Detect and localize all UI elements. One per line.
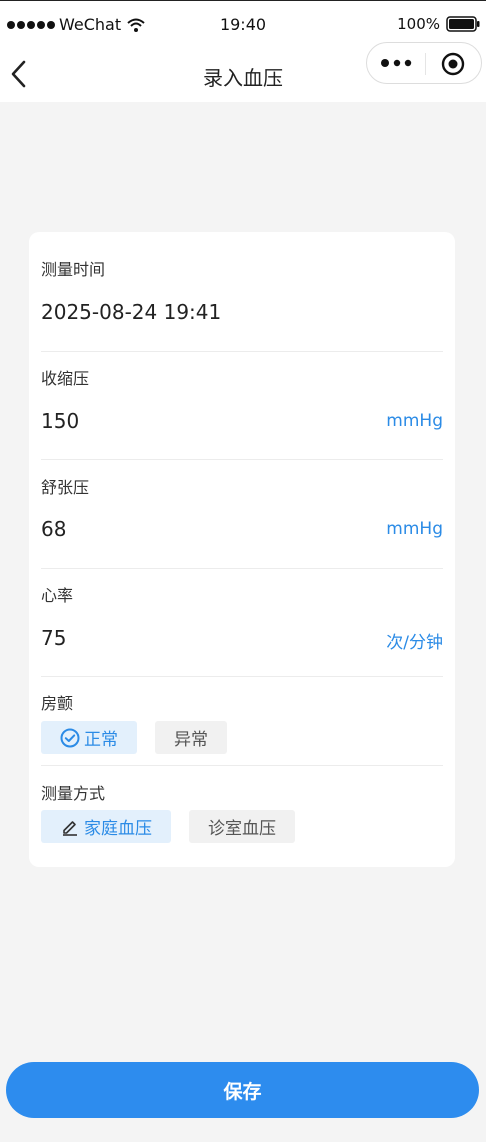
systolic-field[interactable]: 收缩压 150 mmHg — [41, 365, 443, 433]
method-label: 测量方式 — [41, 784, 106, 803]
heart-rate-unit: 次/分钟 — [386, 633, 443, 653]
method-field: 测量方式 — [41, 780, 443, 804]
divider — [41, 351, 443, 352]
method-option-home-label: 家庭血压 — [84, 819, 152, 839]
heart-rate-label: 心率 — [41, 586, 74, 605]
more-icon[interactable] — [381, 56, 413, 70]
edit-icon — [63, 820, 77, 836]
af-options: 正常 异常 — [41, 721, 227, 754]
mini-program-capsule — [366, 42, 482, 84]
af-option-abnormal[interactable]: 异常 — [155, 721, 227, 754]
method-option-home[interactable]: 家庭血压 — [41, 810, 171, 843]
systolic-unit: mmHg — [386, 411, 443, 431]
measure-time-field[interactable]: 测量时间 2025-08-24 19:41 — [41, 256, 443, 324]
measure-time-value[interactable]: 2025-08-24 19:41 — [41, 300, 221, 324]
af-label: 房颤 — [41, 694, 74, 713]
method-option-clinic-label: 诊室血压 — [208, 819, 276, 839]
diastolic-unit: mmHg — [386, 519, 443, 539]
battery-icon — [446, 16, 480, 32]
diastolic-input[interactable]: 68 — [41, 517, 66, 541]
af-option-abnormal-label: 异常 — [174, 730, 208, 750]
battery-percent: 100% — [397, 15, 440, 33]
diastolic-field[interactable]: 舒张压 68 mmHg — [41, 474, 443, 541]
method-option-clinic[interactable]: 诊室血压 — [189, 810, 295, 843]
heart-rate-field[interactable]: 心率 75 次/分钟 — [41, 582, 443, 653]
divider — [41, 568, 443, 569]
divider — [41, 765, 443, 766]
nav-bar: 录入血压 — [0, 42, 486, 102]
diastolic-label: 舒张压 — [41, 478, 90, 497]
save-button[interactable]: 保存 — [6, 1062, 479, 1118]
af-field: 房颤 — [41, 690, 443, 714]
capsule-divider — [425, 53, 426, 75]
measure-time-label: 测量时间 — [41, 260, 106, 279]
systolic-input[interactable]: 150 — [41, 409, 79, 433]
status-bar: WeChat 19:40 100% — [0, 0, 486, 46]
method-options: 家庭血压 诊室血压 — [41, 810, 295, 843]
af-option-normal[interactable]: 正常 — [41, 721, 137, 754]
divider — [41, 676, 443, 677]
bp-entry-card: 测量时间 2025-08-24 19:41 收缩压 150 mmHg 舒张压 6… — [29, 232, 455, 867]
systolic-label: 收缩压 — [41, 369, 90, 388]
status-right: 100% — [397, 15, 480, 33]
heart-rate-input[interactable]: 75 — [41, 626, 66, 650]
af-option-normal-label: 正常 — [84, 730, 118, 750]
check-circle-icon — [60, 728, 80, 747]
close-mini-program-icon[interactable] — [441, 52, 465, 76]
divider — [41, 459, 443, 460]
